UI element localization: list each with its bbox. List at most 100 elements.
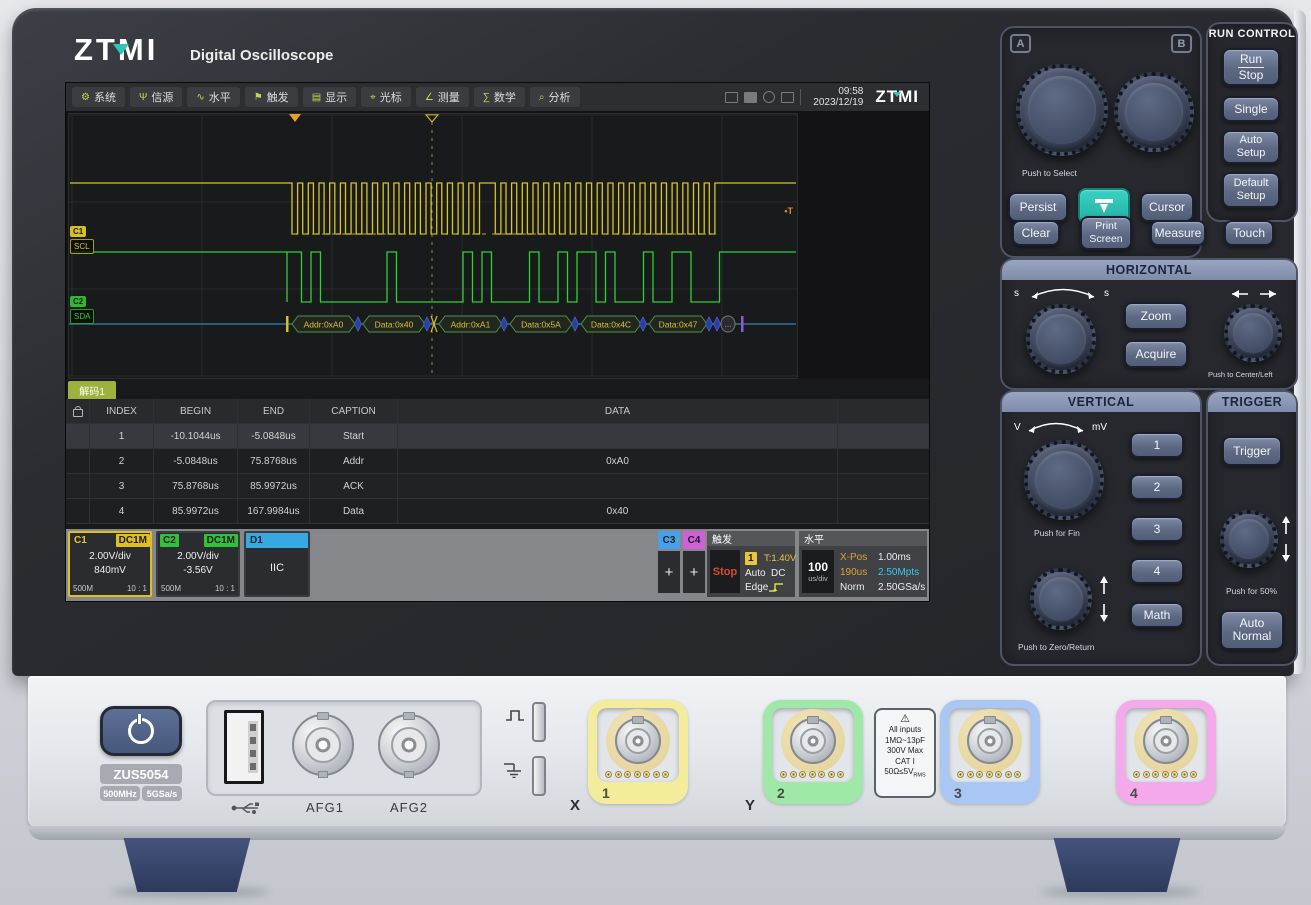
menu-system[interactable]: ⚙系统 [72,87,125,107]
cal-ground-contact [532,756,546,796]
storage-status-icon [744,92,757,103]
afg1-connector [292,714,354,776]
run-control-section: RUN CONTROL Run Stop Single Auto Setup D… [1206,22,1298,222]
single-button[interactable]: Single [1222,96,1280,122]
channel4-add[interactable]: C4 + [683,531,705,593]
usb-port[interactable] [224,710,264,784]
menu-cursor[interactable]: ⌖光标 [361,87,411,107]
menubar-divider [800,89,801,105]
lock-icon [73,409,83,417]
vertical-section: VERTICAL V mV Push for Fin 1 2 3 4 Math … [1000,390,1202,666]
power-button[interactable] [100,706,182,756]
cursor-button[interactable]: Cursor [1140,192,1194,222]
input-rating-label: ⚠ All inputs 1MΩ~13pF 300V Max CAT I 50Ω… [874,708,936,798]
acquisition-state: Stop [710,550,740,593]
angle-icon: ∠ [425,92,434,103]
vertical-position-knob[interactable] [1030,568,1092,630]
table-row[interactable]: 1 -10.1044us -5.0848us Start [66,424,929,449]
channel1-input: 1 [588,700,688,804]
trigger-level-knob[interactable] [1220,510,1278,568]
channel1-status[interactable]: C1 DC1M 2.00V/div 840mV 500M10 : 1 [68,531,152,597]
volt-arc-icon [1024,420,1088,434]
multifunction-knob-b[interactable] [1114,72,1194,152]
menu-source[interactable]: Ψ信源 [130,87,182,107]
acquire-button[interactable]: Acquire [1124,340,1188,368]
auto-normal-button[interactable]: Auto Normal [1220,610,1284,650]
rising-edge-icon [767,582,787,593]
add-channel4-button[interactable]: + [683,551,705,593]
svg-text:Data:0x5A: Data:0x5A [521,320,561,330]
afg2-connector [378,714,440,776]
table-row[interactable]: 4 85.9972us 167.9984us Data 0x40 [66,499,929,524]
channel2-marker[interactable]: C2 [70,296,86,307]
math-button[interactable]: Math [1130,602,1184,628]
channel2-status[interactable]: C2 DC1M 2.00V/div -3.56V 500M10 : 1 [156,531,240,597]
menu-trigger[interactable]: ⚑触发 [245,87,298,107]
lock-status-icon [763,91,775,103]
channel2-button[interactable]: 2 [1130,474,1184,500]
horizontal-status-panel[interactable]: 水平 100 us/div X-Pos 190us Norm 1.00ms 2.… [799,531,927,597]
waveform-area: Addr:0xA0Data:0x40Addr:0xA1Data:0x5AData… [66,111,929,379]
waveform-traces: Addr:0xA0Data:0x40Addr:0xA1Data:0x5AData… [69,114,797,378]
col-data: DATA [398,399,838,423]
channel1-bnc [615,718,661,764]
channel1-marker[interactable]: C1 [70,226,86,237]
menu-display[interactable]: ▤显示 [303,87,356,107]
horizontal-scale-knob[interactable] [1026,304,1096,374]
cal-signal-contact [532,702,546,742]
add-channel3-button[interactable]: + [658,551,680,593]
channel3-add[interactable]: C3 + [658,531,680,593]
trigger-section: TRIGGER Trigger Push for 50% Auto Normal [1206,390,1298,666]
menu-analysis[interactable]: ⌕分析 [530,87,580,107]
menu-bar: ⚙系统 Ψ信源 ∿水平 ⚑触发 ▤显示 ⌖光标 ∠测量 ∑数学 ⌕分析 09:5… [66,83,929,111]
trigger-level-marker[interactable]: •T [784,206,793,216]
trigger-menu-button[interactable]: Trigger [1222,436,1282,466]
touch-button[interactable]: Touch [1224,220,1274,246]
vertical-scale-knob[interactable] [1024,440,1104,520]
spec-badges: 500MHz 5GSa/s [100,786,182,801]
run-stop-button[interactable]: Run Stop [1222,48,1280,86]
svg-text:Data:0x4C: Data:0x4C [591,320,631,330]
square-wave-icon [504,708,528,722]
col-begin: BEGIN [154,399,238,423]
menu-math[interactable]: ∑数学 [474,87,525,107]
channel3-input: 3 [940,700,1040,804]
brand-logo-triangle-icon [113,44,129,55]
channel3-button[interactable]: 3 [1130,516,1184,542]
multifunction-knob-a[interactable] [1016,64,1108,156]
level-arrows-icon [1280,514,1292,564]
knob-b-label: B [1171,34,1192,53]
warning-icon: ⚠ [876,713,934,725]
trigger-status-panel[interactable]: 触发 Stop 1 Auto Edge T:1.40V DC [707,531,795,597]
horizontal-section: HORIZONTAL s s Zoom Acquire Push to Cent… [1000,258,1298,390]
zoom-button[interactable]: Zoom [1124,302,1188,330]
menu-horizontal[interactable]: ∿水平 [187,87,239,107]
channel2-bus-label: SDA [70,309,94,324]
channel1-button[interactable]: 1 [1130,432,1184,458]
x-axis-label: X [570,797,580,814]
afg1-label: AFG1 [306,800,344,815]
menu-measure[interactable]: ∠测量 [416,87,469,107]
decode-table: INDEX BEGIN END CAPTION DATA 1 -10.1044u… [66,399,929,521]
chassis-bottom [28,826,1286,840]
decode-tab[interactable]: 解码1 [68,381,116,399]
table-row[interactable]: 3 75.8768us 85.9972us ACK [66,474,929,499]
print-screen-button[interactable]: Print Screen [1080,216,1132,250]
clear-button[interactable]: Clear [1012,220,1060,246]
measure-button[interactable]: Measure [1150,220,1206,246]
table-row[interactable]: 2 -5.0848us 75.8768us Addr 0xA0 [66,449,929,474]
ground-icon [502,760,528,778]
digital1-status[interactable]: D1 IIC [244,531,310,597]
flag-icon: ⚑ [254,92,263,103]
persist-button[interactable]: Persist [1008,192,1068,222]
date: 2023/12/19 [813,97,863,108]
horizontal-position-knob[interactable] [1224,304,1282,362]
default-setup-button[interactable]: Default Setup [1222,172,1280,208]
channel4-button[interactable]: 4 [1130,558,1184,584]
samplerate-badge: 5GSa/s [142,786,182,801]
auto-setup-button[interactable]: Auto Setup [1222,130,1280,164]
gear-icon: ⚙ [81,92,90,103]
wave-icon: ∿ [196,92,204,103]
usb-icon [230,800,260,816]
waveform-grid[interactable]: Addr:0xA0Data:0x40Addr:0xA1Data:0x5AData… [68,113,798,379]
